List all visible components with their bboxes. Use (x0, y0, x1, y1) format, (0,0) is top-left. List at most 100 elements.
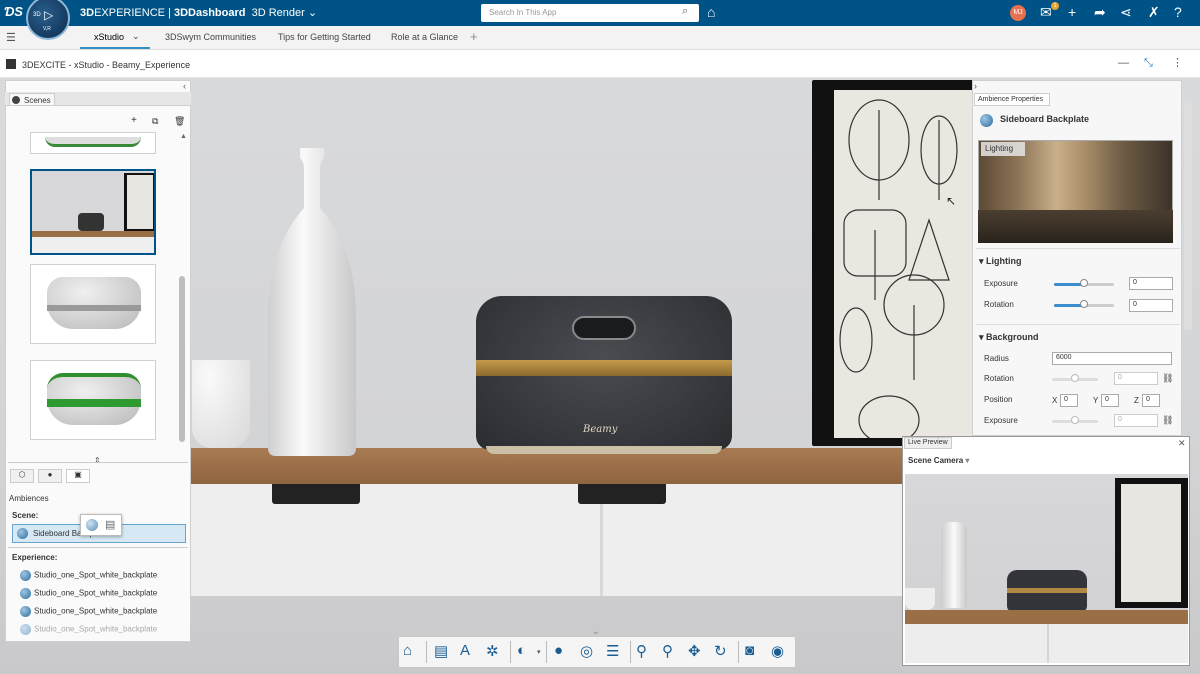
tab-ambiences[interactable]: ▣ (66, 469, 90, 483)
text-edit-icon[interactable]: A (460, 642, 470, 659)
experience-item[interactable]: Studio_one_Spot_white_backplate (20, 570, 157, 581)
more-icon[interactable]: ⋮ (1172, 56, 1183, 69)
tab-role-at-a-glance[interactable]: Role at a Glance (391, 32, 458, 42)
trees-drawing (839, 99, 958, 445)
share-icon[interactable]: ➦ (1094, 4, 1106, 21)
menu-icon[interactable]: ☰ (6, 31, 16, 44)
experience-item[interactable]: Studio_one_Spot_white_backplate (20, 606, 157, 617)
camera-select[interactable]: Scene Camera ▾ (908, 456, 969, 465)
duplicate-scene-icon[interactable]: ⧉ (152, 116, 158, 127)
rotation-input[interactable]: 0 (1129, 299, 1173, 312)
app-title[interactable]: 3DEXPERIENCE | 3DDashboard 3D Render ⌄ (80, 6, 317, 19)
bg-rotation-input[interactable]: 0 (1114, 372, 1158, 385)
rotation-slider-knob[interactable] (1080, 300, 1088, 308)
layers-icon[interactable]: ☰ (606, 642, 619, 660)
camera-icon[interactable]: ◙ (745, 642, 754, 659)
bg-rotation-label: Rotation (984, 374, 1014, 383)
rotate-icon[interactable]: ↻ (714, 642, 727, 660)
background-section-header[interactable]: ▾ Background (979, 332, 1039, 343)
chevron-down-icon[interactable]: ▾ (537, 648, 541, 656)
home-icon[interactable]: ⌂ (403, 642, 412, 659)
tab-materials[interactable]: ● (38, 469, 62, 483)
active-tab-indicator (80, 47, 150, 49)
ambience-title: Sideboard Backplate (1000, 114, 1090, 124)
ambience-context-popup[interactable]: ▤ (80, 514, 122, 536)
scene-thumbnail[interactable] (30, 132, 156, 154)
tab-xstudio[interactable]: xStudio (94, 32, 124, 42)
pan-icon[interactable]: ✥ (688, 642, 701, 660)
pos-z-label: Z (1134, 396, 1139, 405)
search-input[interactable]: Search In This App (481, 4, 699, 22)
chevron-down-icon: ▾ (965, 456, 970, 465)
avatar[interactable]: MJ (1010, 5, 1026, 21)
minimize-icon[interactable]: — (1118, 57, 1129, 69)
scene-thumbnail[interactable] (30, 360, 156, 440)
scroll-up-icon[interactable]: ▲ (180, 133, 187, 140)
collapse-left-icon[interactable]: ‹ (183, 81, 186, 91)
exposure-input[interactable]: 0 (1129, 277, 1173, 290)
globe-icon (20, 570, 31, 581)
bg-exposure-slider-knob[interactable] (1071, 416, 1079, 424)
scrollbar[interactable] (1184, 100, 1192, 330)
bg-exposure-label: Exposure (984, 416, 1018, 425)
close-icon[interactable]: ✕ (1178, 438, 1186, 449)
zoom-area-icon[interactable]: ⚲ (662, 642, 673, 660)
pos-z-input[interactable]: 0 (1142, 394, 1160, 407)
tab-live-preview[interactable]: Live Preview (904, 437, 952, 449)
add-tab-icon[interactable]: + (470, 29, 478, 44)
tree-print-artwork (834, 90, 974, 445)
scrollbar[interactable] (179, 276, 185, 442)
add-scene-icon[interactable]: + (131, 115, 137, 126)
divider (510, 641, 511, 663)
tag-icon[interactable]: ⌂ (707, 4, 715, 20)
chevron-down-icon[interactable]: ⌄ (132, 31, 140, 42)
settings-wheel-icon[interactable]: ✲ (486, 642, 499, 660)
environment-icon[interactable]: ◐ (517, 642, 526, 659)
preview-speaker-band (1007, 588, 1087, 593)
edit-ambience-icon[interactable] (86, 519, 98, 531)
search-icon[interactable]: ⌕ (682, 5, 688, 18)
app-window: ƊS 3D ▷ V,R 3DEXPERIENCE | 3DDashboard 3… (0, 0, 1200, 674)
divider (8, 547, 188, 548)
pos-x-input[interactable]: 0 (1060, 394, 1078, 407)
live-preview-render[interactable] (905, 474, 1188, 663)
add-icon[interactable]: + (1068, 4, 1076, 20)
white-vase (268, 148, 356, 456)
radius-input[interactable]: 6000 (1052, 352, 1172, 365)
network-icon[interactable]: ⋖ (1120, 4, 1132, 21)
divider (630, 641, 631, 663)
bg-exposure-input[interactable]: 0 (1114, 414, 1158, 427)
tab-scenes[interactable]: Scenes (9, 93, 55, 106)
resize-handle-icon[interactable]: ⇕ (94, 456, 101, 465)
tools-icon[interactable]: ✗ (1148, 4, 1160, 21)
collapse-icon[interactable]: ⤡ (1144, 57, 1153, 70)
scene-thumbnail[interactable] (30, 264, 156, 344)
link-icon[interactable]: ⛓ (1162, 415, 1173, 426)
exposure-slider-knob[interactable] (1080, 279, 1088, 287)
tab-3dswym-communities[interactable]: 3DSwym Communities (165, 32, 256, 42)
database-icon[interactable]: ▤ (434, 642, 448, 660)
pos-y-input[interactable]: 0 (1101, 394, 1119, 407)
database-icon[interactable]: ▤ (105, 518, 115, 531)
ds-logo-icon[interactable]: ƊS (4, 4, 23, 19)
delete-scene-icon[interactable]: 🗑 (174, 116, 185, 127)
zoom-icon[interactable]: ⚲ (636, 642, 647, 660)
sphere-icon[interactable]: ● (554, 642, 563, 659)
capture-icon[interactable]: ◉ (771, 642, 784, 660)
experience-item[interactable]: Studio_one_Spot_white_backplate (20, 624, 157, 635)
expand-right-icon[interactable]: › (974, 81, 977, 91)
notifications-icon[interactable]: ✉ (1040, 4, 1052, 21)
tab-ambience-properties[interactable]: Ambience Properties (974, 93, 1050, 106)
scene-thumbnail-selected[interactable] (30, 169, 156, 255)
lighting-section-header[interactable]: ▾ Lighting (979, 256, 1022, 267)
tab-tips-getting-started[interactable]: Tips for Getting Started (278, 32, 371, 42)
target-icon[interactable]: ◎ (580, 642, 593, 660)
bg-rotation-slider-knob[interactable] (1071, 374, 1079, 382)
compass-3d-label: 3D (33, 12, 41, 18)
globe-icon (20, 588, 31, 599)
preview-cabinet-divider (1047, 624, 1049, 663)
experience-item[interactable]: Studio_one_Spot_white_backplate (20, 588, 157, 599)
tab-products[interactable]: ⬡ (10, 469, 34, 483)
help-icon[interactable]: ? (1174, 4, 1182, 20)
link-icon[interactable]: ⛓ (1162, 373, 1173, 384)
